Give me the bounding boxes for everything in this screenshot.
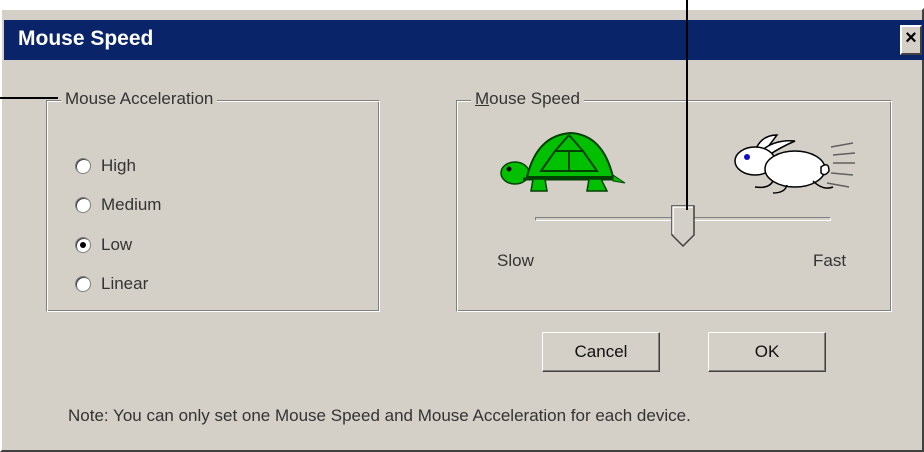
radio-label: High — [101, 156, 136, 175]
callout-line-vertical — [686, 0, 688, 210]
note-text: Note: You can only set one Mouse Speed a… — [68, 406, 691, 425]
mouse-speed-dialog: Mouse Speed × Mouse Acceleration High Me… — [0, 8, 924, 452]
mouse-acceleration-group: Mouse Acceleration High Medium Low Linea… — [46, 89, 380, 312]
callout-line-horizontal — [0, 97, 58, 99]
dialog-title: Mouse Speed — [18, 27, 154, 50]
mnemonic-letter: M — [475, 89, 490, 108]
radio-button-selected[interactable] — [75, 237, 91, 253]
close-button[interactable]: × — [900, 25, 922, 55]
radio-button[interactable] — [75, 276, 91, 292]
ok-button[interactable]: OK — [708, 332, 826, 372]
mouse-speed-label: Mouse Speed — [471, 89, 584, 109]
mouse-speed-group: Mouse Speed Slow Fast — [456, 89, 892, 312]
radio-button[interactable] — [75, 158, 91, 174]
close-icon: × — [905, 27, 917, 49]
mouse-speed-label-rest: ouse Speed — [489, 89, 580, 108]
turtle-icon — [500, 131, 626, 192]
radio-label: Low — [101, 235, 133, 254]
radio-high[interactable]: High — [75, 155, 136, 177]
fast-label: Fast — [813, 251, 847, 270]
title-bar[interactable]: Mouse Speed × — [4, 20, 924, 60]
cancel-button[interactable]: Cancel — [542, 332, 660, 372]
slow-label: Slow — [497, 251, 534, 270]
radio-label: Medium — [101, 195, 162, 214]
speed-slider-thumb[interactable] — [671, 205, 695, 247]
radio-button[interactable] — [75, 197, 91, 213]
rabbit-icon — [734, 134, 856, 194]
mouse-acceleration-label: Mouse Acceleration — [61, 89, 218, 109]
radio-label: Linear — [101, 274, 149, 293]
radio-low[interactable]: Low — [75, 234, 132, 256]
radio-linear[interactable]: Linear — [75, 273, 148, 295]
radio-medium[interactable]: Medium — [75, 194, 161, 216]
